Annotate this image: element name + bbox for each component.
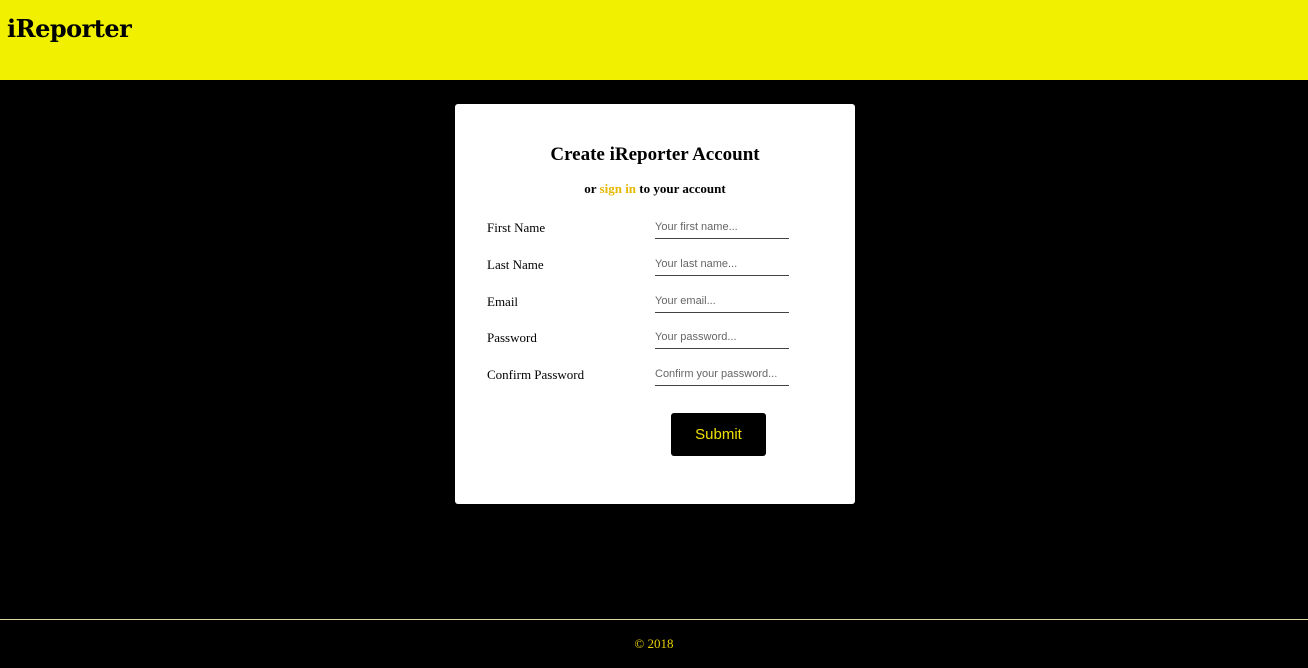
email-label: Email: [487, 294, 519, 309]
submit-button[interactable]: Submit: [671, 413, 766, 456]
top-header: iReporter: [0, 0, 1308, 80]
signin-prompt-suffix: to your account: [639, 181, 726, 196]
sign-in-link[interactable]: sign in: [600, 181, 637, 196]
password-input[interactable]: [655, 326, 789, 349]
first-name-label: First Name: [487, 220, 546, 235]
copyright-text: © 2018: [634, 636, 674, 651]
page-footer: © 2018: [0, 619, 1308, 668]
password-label: Password: [487, 330, 537, 345]
confirm-password-label: Confirm Password: [487, 367, 585, 382]
confirm-password-input[interactable]: [655, 363, 789, 386]
signin-prompt-prefix: or: [584, 181, 597, 196]
last-name-label: Last Name: [487, 257, 544, 272]
app-logo[interactable]: iReporter: [7, 14, 132, 43]
page-title: Create iReporter Account: [550, 144, 760, 165]
signin-prompt: or sign in to your account: [455, 181, 855, 197]
last-name-input[interactable]: [655, 253, 789, 276]
signup-card: Create iReporter Account or sign in to y…: [455, 104, 855, 504]
first-name-input[interactable]: [655, 216, 789, 239]
email-input[interactable]: [655, 290, 789, 313]
